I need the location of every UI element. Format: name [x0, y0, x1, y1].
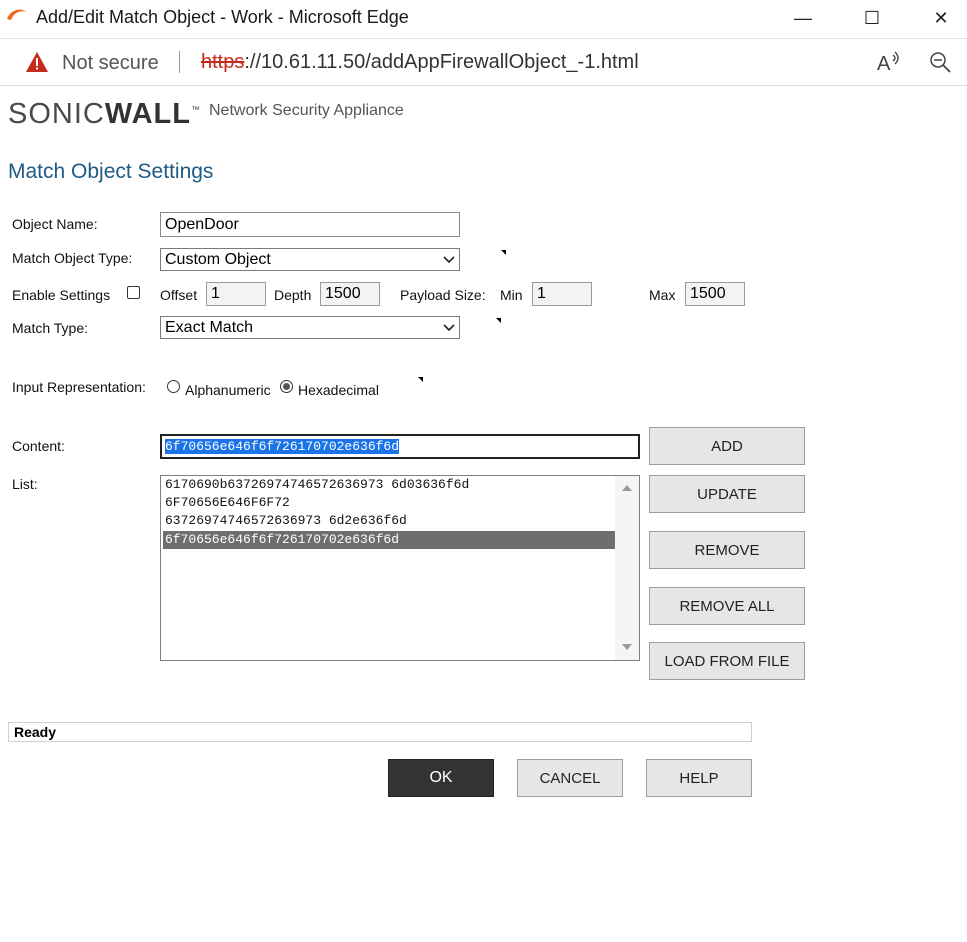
object-name-label: Object Name: — [12, 216, 98, 232]
window-title: Add/Edit Match Object - Work - Microsoft… — [36, 7, 409, 27]
sonicwall-logo: SONICWALL™ — [8, 98, 201, 130]
list-item[interactable]: 6F70656E646F6F72 — [163, 494, 616, 512]
remove-all-button[interactable]: REMOVE ALL — [649, 587, 805, 625]
enable-settings-checkbox[interactable] — [127, 286, 140, 299]
max-label: Max — [649, 287, 676, 303]
edge-logo-icon — [7, 9, 27, 20]
window-titlebar: Add/Edit Match Object - Work - Microsoft… — [0, 0, 967, 38]
load-from-file-button[interactable]: LOAD FROM FILE — [649, 642, 805, 680]
list-label: List: — [12, 476, 38, 492]
chevron-down-icon — [443, 323, 455, 331]
cancel-button[interactable]: CANCEL — [517, 759, 623, 797]
status-bar: Ready — [8, 722, 752, 742]
content-label: Content: — [12, 438, 65, 454]
help-marker-icon — [418, 377, 423, 382]
ok-button[interactable]: OK — [388, 759, 494, 797]
zoom-out-icon[interactable] — [929, 51, 951, 73]
maximize-icon: ☐ — [863, 7, 881, 28]
brand-subtitle: Network Security Appliance — [209, 102, 404, 119]
hexadecimal-label[interactable]: Hexadecimal — [298, 382, 379, 398]
url-field[interactable]: https://10.61.11.50/addAppFirewallObject… — [201, 51, 639, 74]
match-type-select[interactable]: Exact Match — [160, 316, 460, 339]
match-type-label: Match Type: — [12, 320, 89, 336]
enable-settings-label: Enable Settings — [12, 287, 111, 303]
depth-label: Depth — [274, 287, 312, 303]
help-marker-icon — [496, 318, 501, 323]
url-scheme: https — [201, 51, 245, 73]
offset-label: Offset — [160, 287, 198, 303]
scroll-up-icon[interactable] — [622, 485, 632, 491]
update-button[interactable]: UPDATE — [649, 475, 805, 513]
list-scrollbar[interactable] — [615, 476, 639, 660]
maximize-button[interactable]: ☐ — [849, 0, 895, 36]
help-marker-icon — [501, 250, 506, 255]
alphanumeric-radio[interactable] — [167, 380, 180, 393]
match-type-value: Exact Match — [165, 318, 254, 336]
match-object-type-select[interactable]: Custom Object — [160, 248, 460, 271]
not-secure-label[interactable]: Not secure — [62, 52, 159, 75]
payload-size-label: Payload Size: — [400, 287, 486, 303]
depth-input[interactable]: 1500 — [320, 282, 380, 306]
remove-button[interactable]: REMOVE — [649, 531, 805, 569]
offset-input[interactable]: 1 — [206, 282, 266, 306]
alphanumeric-label[interactable]: Alphanumeric — [185, 382, 271, 398]
url-path: ://10.61.11.50/addAppFirewallObject_-1.h… — [244, 51, 639, 73]
address-separator — [179, 51, 180, 73]
close-icon: ✕ — [933, 7, 949, 28]
scroll-down-icon[interactable] — [622, 644, 632, 650]
read-aloud-icon[interactable]: A — [876, 49, 902, 75]
minimize-icon: — — [794, 7, 812, 28]
chevron-down-icon — [443, 255, 455, 263]
input-representation-label: Input Representation: — [12, 379, 146, 395]
list-item[interactable]: 6170690b63726974746572636973 6d03636f6d — [163, 476, 616, 494]
minimize-button[interactable]: — — [780, 0, 826, 36]
svg-text:A: A — [877, 53, 891, 75]
help-button[interactable]: HELP — [646, 759, 752, 797]
min-input[interactable]: 1 — [532, 282, 592, 306]
hexadecimal-radio[interactable] — [280, 380, 293, 393]
content-input[interactable]: 6f70656e646f6f726170702e636f6d — [160, 434, 640, 459]
object-name-input[interactable]: OpenDoor — [160, 212, 460, 237]
max-input[interactable]: 1500 — [685, 282, 745, 306]
close-window-button[interactable]: ✕ — [918, 0, 964, 36]
content-list[interactable]: 6170690b63726974746572636973 6d03636f6d … — [160, 475, 640, 661]
content-input-value: 6f70656e646f6f726170702e636f6d — [165, 439, 400, 454]
list-item-selected[interactable]: 6f70656e646f6f726170702e636f6d — [163, 531, 616, 549]
match-object-type-label: Match Object Type: — [12, 250, 133, 266]
match-object-type-value: Custom Object — [165, 250, 271, 268]
page-title: Match Object Settings — [8, 160, 214, 183]
min-label: Min — [500, 287, 523, 303]
warning-icon[interactable] — [25, 51, 49, 73]
list-item[interactable]: 63726974746572636973 6d2e636f6d — [163, 512, 616, 530]
add-button[interactable]: ADD — [649, 427, 805, 465]
address-bar: Not secure https://10.61.11.50/addAppFir… — [0, 38, 967, 86]
